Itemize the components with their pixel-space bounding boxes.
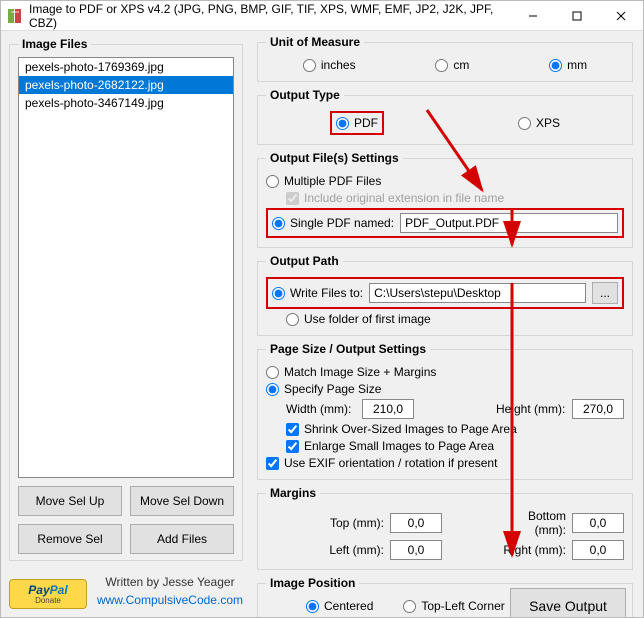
topleft-radio[interactable]: Top-Left Corner xyxy=(403,599,504,613)
image-position-group: Image Position Centered Top-Left Corner … xyxy=(257,576,633,617)
close-button[interactable] xyxy=(599,1,643,31)
unit-inches-radio[interactable]: inches xyxy=(303,58,356,72)
window-title: Image to PDF or XPS v4.2 (JPG, PNG, BMP,… xyxy=(29,2,511,30)
page-size-group: Page Size / Output Settings Match Image … xyxy=(257,342,633,480)
list-item[interactable]: pexels-photo-3467149.jpg xyxy=(19,94,233,112)
multiple-pdf-radio[interactable]: Multiple PDF Files xyxy=(266,174,381,188)
paypal-logo: PayPal xyxy=(28,583,67,596)
write-files-to-radio[interactable]: Write Files to: xyxy=(272,286,363,300)
exif-check[interactable]: Use EXIF orientation / rotation if prese… xyxy=(266,456,497,470)
centered-radio[interactable]: Centered xyxy=(306,599,373,613)
output-path-input[interactable] xyxy=(369,283,586,303)
match-size-radio[interactable]: Match Image Size + Margins xyxy=(266,365,436,379)
right-margin-input[interactable] xyxy=(572,540,624,560)
image-files-legend: Image Files xyxy=(18,37,91,51)
output-path-legend: Output Path xyxy=(266,254,343,268)
titlebar: Image to PDF or XPS v4.2 (JPG, PNG, BMP,… xyxy=(1,1,643,31)
enlarge-check[interactable]: Enlarge Small Images to Page Area xyxy=(286,439,494,453)
minimize-button[interactable] xyxy=(511,1,555,31)
width-label: Width (mm): xyxy=(286,402,356,416)
height-input[interactable] xyxy=(572,399,624,419)
single-pdf-name-input[interactable] xyxy=(400,213,618,233)
list-item[interactable]: pexels-photo-1769369.jpg xyxy=(19,58,233,76)
image-files-group: Image Files pexels-photo-1769369.jpg pex… xyxy=(9,37,243,561)
unit-cm-radio[interactable]: cm xyxy=(435,58,469,72)
highlight-box: Single PDF named: xyxy=(266,208,624,238)
output-type-legend: Output Type xyxy=(266,88,344,102)
left-margin-label: Left (mm): xyxy=(314,543,384,557)
output-xps-radio[interactable]: XPS xyxy=(518,116,560,130)
right-margin-label: Right (mm): xyxy=(496,543,566,557)
output-file-legend: Output File(s) Settings xyxy=(266,151,403,165)
credits: Written by Jesse Yeager www.CompulsiveCo… xyxy=(97,573,243,609)
app-window: Image to PDF or XPS v4.2 (JPG, PNG, BMP,… xyxy=(0,0,644,618)
height-label: Height (mm): xyxy=(496,402,566,416)
margins-group: Margins Top (mm): Bottom (mm): Left (mm)… xyxy=(257,486,633,570)
output-type-group: Output Type PDF XPS xyxy=(257,88,633,145)
page-size-legend: Page Size / Output Settings xyxy=(266,342,430,356)
paypal-donate-button[interactable]: PayPal Donate xyxy=(9,579,87,609)
use-folder-radio[interactable]: Use folder of first image xyxy=(286,312,431,326)
bottom-margin-label: Bottom (mm): xyxy=(496,509,566,537)
shrink-check[interactable]: Shrink Over-Sized Images to Page Area xyxy=(286,422,517,436)
move-sel-down-button[interactable]: Move Sel Down xyxy=(130,486,234,516)
app-icon xyxy=(7,8,23,24)
save-output-button[interactable]: Save Output xyxy=(510,588,626,617)
output-file-group: Output File(s) Settings Multiple PDF Fil… xyxy=(257,151,633,248)
site-link[interactable]: www.CompulsiveCode.com xyxy=(97,591,243,609)
unit-group: Unit of Measure inches cm mm xyxy=(257,35,633,82)
single-pdf-radio[interactable]: Single PDF named: xyxy=(272,216,394,230)
donate-label: Donate xyxy=(35,596,61,605)
highlight-box: PDF xyxy=(330,111,384,135)
browse-button[interactable]: ... xyxy=(592,282,618,304)
include-ext-check: Include original extension in file name xyxy=(286,191,504,205)
file-list[interactable]: pexels-photo-1769369.jpg pexels-photo-26… xyxy=(18,57,234,478)
width-input[interactable] xyxy=(362,399,414,419)
specify-size-radio[interactable]: Specify Page Size xyxy=(266,382,381,396)
list-item[interactable]: pexels-photo-2682122.jpg xyxy=(19,76,233,94)
bottom-margin-input[interactable] xyxy=(572,513,624,533)
top-margin-label: Top (mm): xyxy=(314,516,384,530)
left-margin-input[interactable] xyxy=(390,540,442,560)
output-pdf-radio[interactable]: PDF xyxy=(336,116,378,130)
add-files-button[interactable]: Add Files xyxy=(130,524,234,554)
image-position-legend: Image Position xyxy=(266,576,359,590)
unit-mm-radio[interactable]: mm xyxy=(549,58,587,72)
margins-legend: Margins xyxy=(266,486,320,500)
top-margin-input[interactable] xyxy=(390,513,442,533)
output-path-group: Output Path Write Files to: ... Use fold… xyxy=(257,254,633,336)
remove-sel-button[interactable]: Remove Sel xyxy=(18,524,122,554)
highlight-box: Write Files to: ... xyxy=(266,277,624,309)
maximize-button[interactable] xyxy=(555,1,599,31)
unit-legend: Unit of Measure xyxy=(266,35,364,49)
move-sel-up-button[interactable]: Move Sel Up xyxy=(18,486,122,516)
author-label: Written by Jesse Yeager xyxy=(97,573,243,591)
